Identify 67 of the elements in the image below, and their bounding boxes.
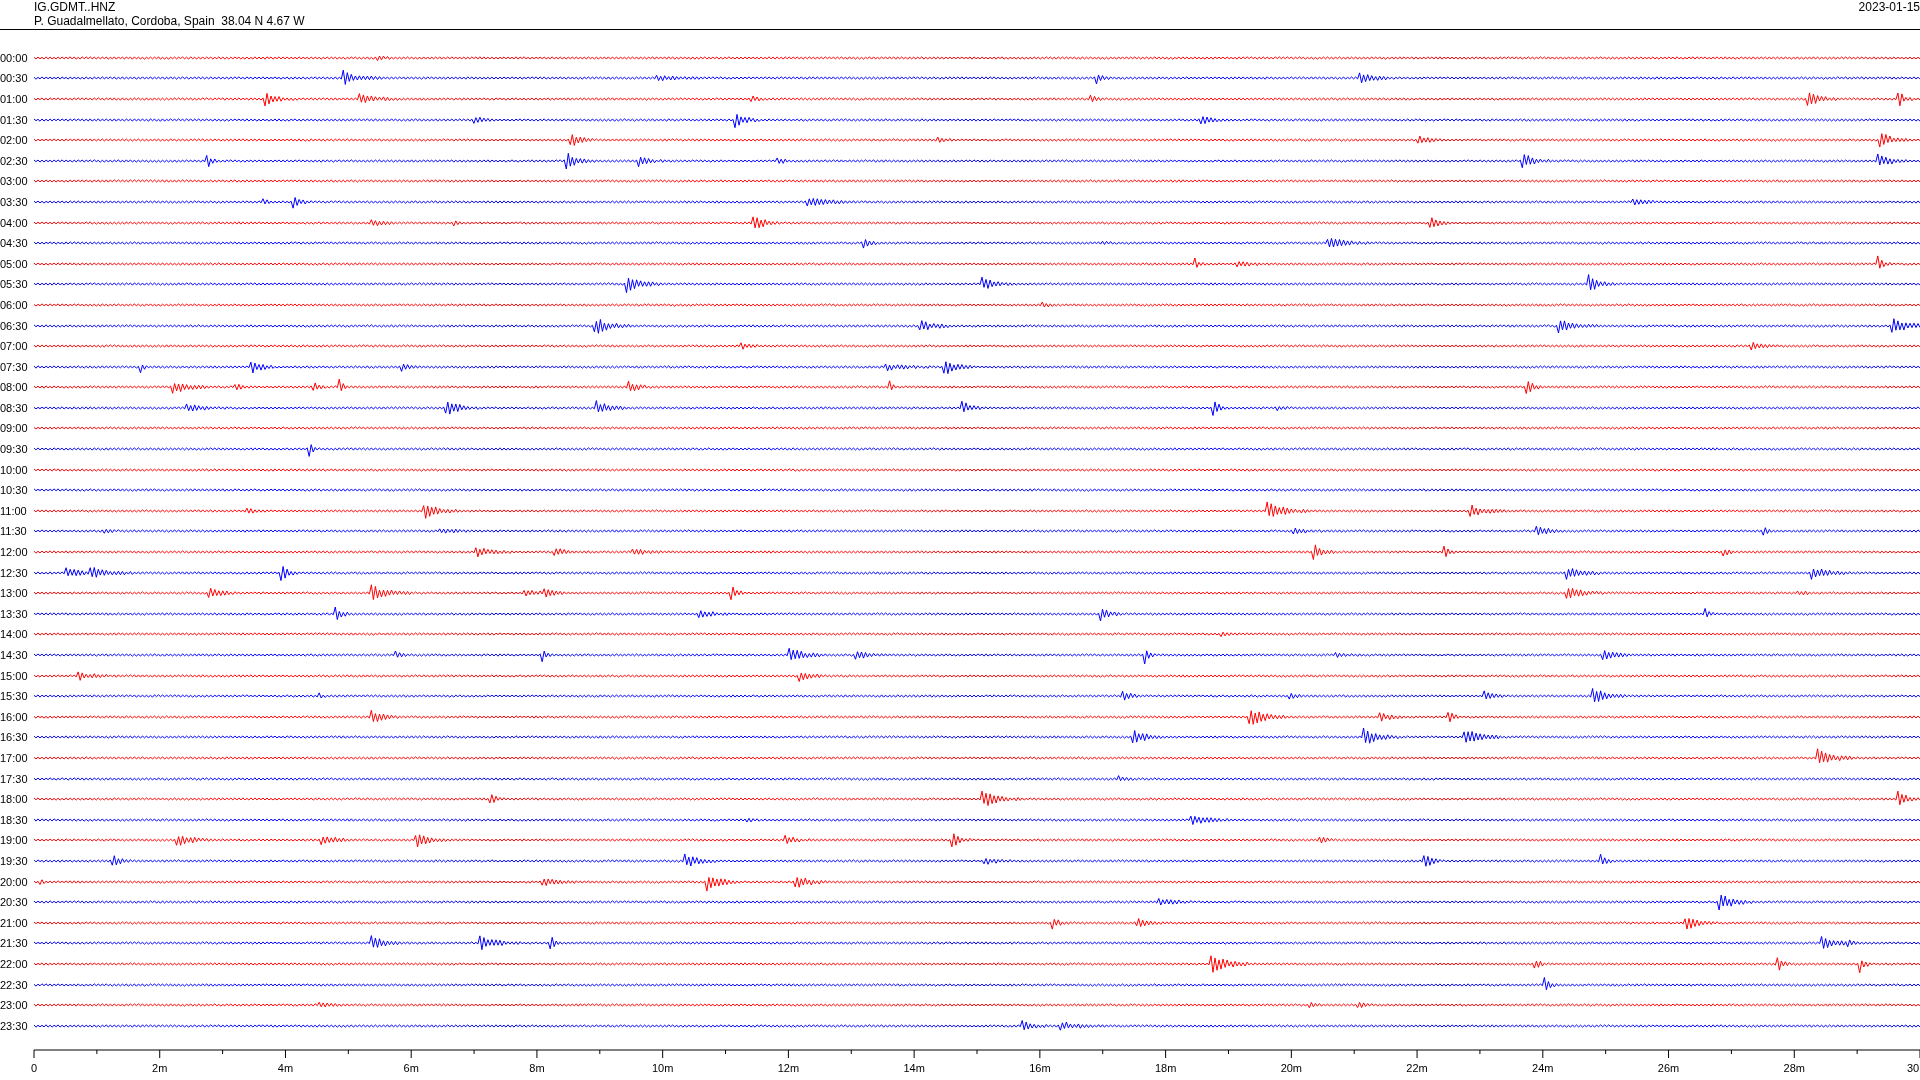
station-location: P. Guadalmellato, Cordoba, Spain 38.04 N 4.67 W (34, 14, 305, 28)
time-label: 15:00 (0, 669, 29, 682)
time-label: 01:30 (0, 113, 29, 126)
axis-tick-label: 28m (1783, 1062, 1805, 1074)
time-label: 11:30 (0, 525, 28, 538)
axis-tick-label: 24m (1532, 1062, 1554, 1074)
time-label: 05:00 (0, 257, 29, 270)
axis-tick-label: 20m (1280, 1062, 1303, 1074)
time-label: 04:30 (0, 237, 29, 250)
axis-tick-label: 22m (1406, 1062, 1428, 1074)
time-label: 13:00 (0, 587, 29, 600)
axis-tick-label: 26m (1657, 1062, 1680, 1074)
time-label: 09:00 (0, 422, 29, 435)
time-label: 00:00 (0, 51, 29, 64)
time-label: 05:30 (0, 278, 29, 291)
axis-tick-label: 4m (277, 1062, 294, 1074)
time-label: 18:00 (0, 793, 29, 806)
time-label: 08:30 (0, 401, 29, 414)
time-label: 17:00 (0, 752, 29, 764)
time-label: 20:00 (0, 875, 29, 888)
time-label: 10:00 (0, 463, 29, 476)
time-label: 19:30 (0, 854, 29, 867)
axis-tick-label: 18m (1154, 1062, 1177, 1074)
time-label: 03:30 (0, 195, 29, 208)
time-label: 00:30 (0, 72, 29, 85)
time-label: 22:00 (0, 957, 29, 970)
time-label: 12:00 (0, 546, 29, 559)
axis-tick-label: 6m (403, 1062, 419, 1074)
time-label: 08:00 (0, 381, 29, 394)
axis-tick-label: 2m (152, 1062, 168, 1074)
time-label: 07:30 (0, 360, 29, 373)
time-label: 09:30 (0, 443, 29, 456)
time-label: 02:30 (0, 154, 29, 167)
time-label: 18:30 (0, 813, 29, 826)
time-label: 21:30 (0, 937, 29, 950)
axis-tick-label: 8m (529, 1062, 545, 1074)
record-date: 2023-01-15 (1858, 0, 1920, 16)
axis-tick-label: 16m (1029, 1062, 1051, 1074)
time-label: 16:30 (0, 731, 29, 744)
axis-tick-label: 0 (30, 1062, 38, 1074)
time-label: 21:00 (0, 916, 29, 929)
time-label: 13:30 (0, 607, 29, 620)
time-label: 23:00 (0, 999, 29, 1012)
time-label: 07:00 (0, 340, 29, 353)
time-label: 17:30 (0, 772, 29, 785)
time-label: 20:30 (0, 896, 29, 909)
axis-tick-label: 10m (651, 1062, 674, 1074)
time-label: 04:00 (0, 216, 29, 229)
time-label: 16:00 (0, 710, 29, 723)
time-label: 11:00 (0, 504, 28, 517)
axis-tick-label: 14m (903, 1062, 925, 1074)
axis-tick-label: 12m (777, 1062, 800, 1074)
time-label: 19:00 (0, 834, 29, 847)
time-label: 03:00 (0, 175, 29, 188)
time-label: 15:30 (0, 690, 29, 703)
time-label: 02:00 (0, 134, 29, 147)
time-label: 23:30 (0, 1019, 29, 1032)
time-label: 12:30 (0, 566, 29, 579)
axis-tick-label: 30 (1907, 1062, 1920, 1074)
time-label: 06:30 (0, 319, 29, 332)
time-label: 14:30 (0, 649, 29, 661)
time-label: 10:30 (0, 484, 29, 497)
station-code: IG.GDMT..HNZ (34, 0, 117, 14)
time-label: 06:00 (0, 298, 29, 311)
time-label: 01:00 (0, 93, 29, 105)
time-label: 14:00 (0, 628, 29, 641)
time-label: 22:30 (0, 978, 29, 991)
